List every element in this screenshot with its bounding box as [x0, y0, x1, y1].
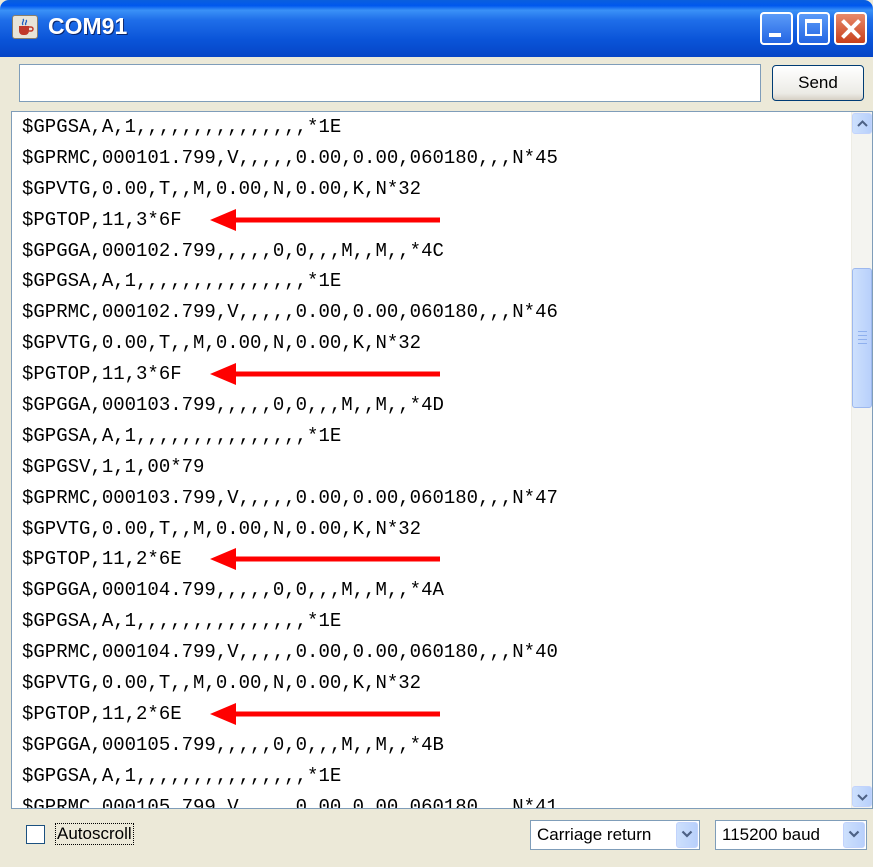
output-line-text: $PGTOP,11,2*6E [22, 548, 182, 571]
serial-monitor-window: COM91 Send $GPGSA,A,1,,,,,,,,,,,,,,,*1E $… [0, 0, 873, 867]
red-arrow-annotation [210, 702, 440, 725]
line-ending-value: Carriage return [537, 825, 652, 844]
output-lines: $GPGSA,A,1,,,,,,,,,,,,,,,*1E $GPRMC,00010… [12, 112, 842, 809]
output-line: $GPVTG,0.00,T,,M,0.00,N,0.00,K,N*32 [12, 668, 842, 699]
output-line: $GPGSA,A,1,,,,,,,,,,,,,,,*1E [12, 421, 842, 452]
output-line: $GPGSA,A,1,,,,,,,,,,,,,,,*1E [12, 606, 842, 637]
output-line: $GPRMC,000102.799,V,,,,,0.00,0.00,060180… [12, 297, 842, 328]
chevron-up-icon [857, 120, 868, 127]
output-line-text: $GPRMC,000104.799,V,,,,,0.00,0.00,060180… [22, 641, 558, 664]
output-line: $GPVTG,0.00,T,,M,0.00,N,0.00,K,N*32 [12, 328, 842, 359]
output-line: $GPRMC,000104.799,V,,,,,0.00,0.00,060180… [12, 637, 842, 668]
output-line: $GPRMC,000103.799,V,,,,,0.00,0.00,060180… [12, 483, 842, 514]
output-line: $GPGSA,A,1,,,,,,,,,,,,,,,*1E [12, 112, 842, 143]
output-line: $PGTOP,11,2*6E [12, 699, 842, 730]
close-button[interactable] [834, 12, 867, 45]
output-line: $GPRMC,000105.799,V,,,,,0.00,0.00,060180… [12, 792, 842, 809]
window-title: COM91 [48, 13, 128, 39]
output-line-text: $GPRMC,000105.799,V,,,,,0.00,0.00,060180… [22, 795, 558, 809]
thumb-grip [858, 339, 867, 340]
output-line: $GPGSV,1,1,00*79 [12, 452, 842, 483]
chevron-down-icon [681, 830, 693, 838]
minimize-button[interactable] [760, 12, 793, 45]
autoscroll-checkbox[interactable] [26, 825, 45, 844]
output-line-text: $GPGSV,1,1,00*79 [22, 455, 205, 478]
thumb-grip [858, 331, 867, 332]
output-line-text: $PGTOP,11,2*6E [22, 702, 182, 725]
output-line-text: $GPGSA,A,1,,,,,,,,,,,,,,,*1E [22, 424, 342, 447]
output-line-text: $GPGGA,000102.799,,,,,0,0,,,M,,M,,*4C [22, 239, 444, 262]
output-line: $GPGSA,A,1,,,,,,,,,,,,,,,*1E [12, 266, 842, 297]
dropdown-button[interactable] [676, 822, 698, 848]
output-line: $GPGGA,000104.799,,,,,0,0,,,M,,M,,*4A [12, 575, 842, 606]
output-line-text: $GPRMC,000102.799,V,,,,,0.00,0.00,060180… [22, 301, 558, 324]
output-line-text: $PGTOP,11,3*6F [22, 208, 182, 231]
output-line: $PGTOP,11,3*6F [12, 205, 842, 236]
serial-output[interactable]: $GPGSA,A,1,,,,,,,,,,,,,,,*1E $GPRMC,00010… [11, 111, 873, 809]
red-arrow-annotation [210, 208, 440, 231]
baud-rate-value: 115200 baud [722, 825, 821, 844]
output-line-text: $GPRMC,000101.799,V,,,,,0.00,0.00,060180… [22, 146, 558, 169]
autoscroll-label[interactable]: Autoscroll [55, 823, 134, 845]
dropdown-button[interactable] [843, 822, 865, 848]
maximize-button[interactable] [797, 12, 830, 45]
chevron-down-icon [848, 830, 860, 838]
thumb-grip [858, 335, 867, 336]
baud-rate-select[interactable]: 115200 baud [715, 820, 867, 850]
output-line: $GPVTG,0.00,T,,M,0.00,N,0.00,K,N*32 [12, 174, 842, 205]
output-line-text: $GPVTG,0.00,T,,M,0.00,N,0.00,K,N*32 [22, 177, 422, 200]
output-line: $GPRMC,000101.799,V,,,,,0.00,0.00,060180… [12, 143, 842, 174]
output-line-text: $GPRMC,000103.799,V,,,,,0.00,0.00,060180… [22, 486, 558, 509]
line-ending-select[interactable]: Carriage return [530, 820, 700, 850]
output-line-text: $GPVTG,0.00,T,,M,0.00,N,0.00,K,N*32 [22, 517, 422, 540]
red-arrow-annotation [210, 363, 440, 386]
output-line-text: $GPVTG,0.00,T,,M,0.00,N,0.00,K,N*32 [22, 672, 422, 695]
send-button[interactable]: Send [772, 65, 864, 101]
title-bar[interactable]: COM91 [0, 0, 873, 57]
output-line-text: $GPGGA,000103.799,,,,,0,0,,,M,,M,,*4D [22, 394, 444, 417]
output-line-text: $GPVTG,0.00,T,,M,0.00,N,0.00,K,N*32 [22, 332, 422, 355]
java-cup-icon [12, 15, 38, 39]
scroll-up-button[interactable] [852, 113, 872, 134]
thumb-grip [858, 343, 867, 344]
output-line: $GPVTG,0.00,T,,M,0.00,N,0.00,K,N*32 [12, 514, 842, 545]
output-line-text: $PGTOP,11,3*6F [22, 363, 182, 386]
scroll-thumb[interactable] [852, 268, 872, 408]
output-line: $PGTOP,11,2*6E [12, 544, 842, 575]
output-line-text: $GPGSA,A,1,,,,,,,,,,,,,,,*1E [22, 116, 342, 138]
output-line-text: $GPGSA,A,1,,,,,,,,,,,,,,,*1E [22, 610, 342, 633]
output-line-text: $GPGGA,000105.799,,,,,0,0,,,M,,M,,*4B [22, 733, 444, 756]
output-line: $GPGSA,A,1,,,,,,,,,,,,,,,*1E [12, 761, 842, 792]
output-line-text: $GPGSA,A,1,,,,,,,,,,,,,,,*1E [22, 270, 342, 293]
output-line-text: $GPGGA,000104.799,,,,,0,0,,,M,,M,,*4A [22, 579, 444, 602]
output-line: $GPGGA,000102.799,,,,,0,0,,,M,,M,,*4C [12, 236, 842, 267]
output-line: $GPGGA,000103.799,,,,,0,0,,,M,,M,,*4D [12, 390, 842, 421]
scroll-down-button[interactable] [852, 786, 872, 807]
chevron-down-icon [857, 794, 868, 801]
vertical-scrollbar[interactable] [851, 112, 872, 808]
red-arrow-annotation [210, 548, 440, 571]
send-input[interactable] [19, 64, 761, 102]
output-line: $PGTOP,11,3*6F [12, 359, 842, 390]
output-line: $GPGGA,000105.799,,,,,0,0,,,M,,M,,*4B [12, 730, 842, 761]
output-line-text: $GPGSA,A,1,,,,,,,,,,,,,,,*1E [22, 764, 342, 787]
